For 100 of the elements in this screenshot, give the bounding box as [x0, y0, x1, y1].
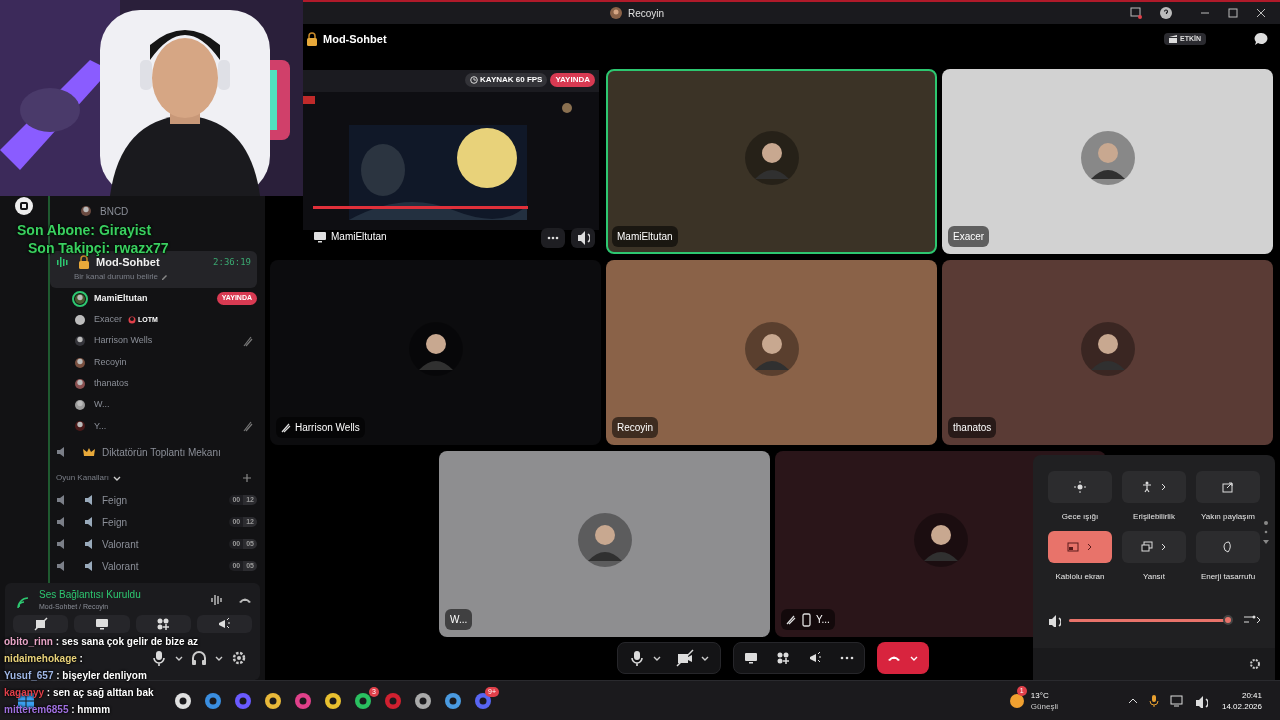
channel-name[interactable]: Feign: [102, 492, 127, 508]
video-tile[interactable]: Harrison Wells: [270, 260, 601, 445]
toggle-button[interactable]: [1048, 531, 1112, 563]
video-tile[interactable]: Exacer: [942, 69, 1273, 254]
channel-name[interactable]: Valorant: [102, 536, 139, 552]
quality-badge: KAYNAK 60 FPS: [465, 73, 548, 87]
toggle-button[interactable]: [1196, 471, 1260, 503]
screen-share-button[interactable]: [74, 614, 130, 633]
crown-icon: [82, 446, 96, 459]
mic-icon[interactable]: [1147, 693, 1160, 708]
clapper-icon: [1169, 35, 1177, 43]
volume-icon[interactable]: [1047, 613, 1061, 627]
channel-name[interactable]: Feign: [102, 514, 127, 530]
activities-button[interactable]: [135, 614, 191, 633]
soundboard-icon[interactable]: [807, 651, 822, 665]
slider-thumb[interactable]: [1222, 615, 1233, 625]
chevron-icon: [1161, 483, 1167, 491]
channel-name[interactable]: Diktatörün Toplantı Mekanı: [102, 444, 221, 460]
avatar: [744, 321, 799, 376]
toggle-button[interactable]: [1196, 531, 1260, 563]
chat-message: kaganyy : sen aç sağ alttan bak: [4, 687, 154, 699]
toggle-label: Gece ışığı: [1061, 511, 1099, 523]
caret-icon[interactable]: [699, 654, 710, 662]
more-button[interactable]: [541, 228, 565, 248]
maximize-icon[interactable]: [1228, 8, 1238, 18]
name-label: Y...: [781, 609, 835, 630]
monitor-icon: [313, 230, 327, 243]
name-label: Harrison Wells: [276, 417, 365, 438]
screen-share-icon[interactable]: [743, 651, 758, 665]
caret-icon: [111, 474, 122, 483]
hang-up-button[interactable]: [876, 642, 929, 674]
speaker-icon: [576, 229, 590, 247]
channel-title: Mod-Sohbet: [323, 31, 387, 47]
sun-icon: [1008, 692, 1025, 709]
chat-message: obito_rinn : ses sana çok gelir de bize az: [4, 636, 198, 648]
toggle-label: Kablolu ekran: [1055, 571, 1105, 583]
screen-record-icon[interactable]: [1130, 7, 1142, 19]
weather-condition: Güneşli: [1030, 700, 1058, 712]
pencil-icon: [161, 273, 169, 280]
name-label: Recoyin: [612, 417, 659, 438]
member-name: Recoyin: [94, 355, 127, 369]
overlay-text: Son Abone: Girayist: [17, 221, 152, 240]
camera-off-button[interactable]: [13, 614, 69, 633]
member-name: Harrison Wells: [94, 334, 153, 348]
clock-date: 14.02.2026: [1221, 700, 1262, 712]
toggle-button[interactable]: [1122, 531, 1186, 563]
camera-off-icon[interactable]: [675, 649, 694, 667]
soundboard-icon: [217, 616, 232, 631]
cast-icon: [1067, 541, 1079, 553]
video-tile[interactable]: W...: [439, 451, 770, 637]
toggle-label: Yansıt: [1142, 571, 1166, 583]
avatar: [78, 203, 94, 219]
member-name: Exacer: [94, 313, 122, 327]
caret-icon[interactable]: [651, 654, 662, 662]
activities-icon: [156, 616, 171, 631]
toggle-label: Enerji tasarrufu: [1200, 571, 1256, 583]
member-name: W...: [94, 398, 110, 412]
name-label: thanatos: [948, 417, 997, 438]
audio-output-icon[interactable]: [1243, 614, 1261, 626]
channel-name: Mod-Sohbet: [96, 256, 160, 270]
volume-button[interactable]: [571, 228, 595, 248]
network-icon[interactable]: [1169, 694, 1184, 707]
toggle-label: Erişilebilirlik: [1133, 511, 1175, 523]
member-name: thanatos: [94, 377, 129, 391]
camera-off-icon: [33, 616, 48, 631]
avatar: [1080, 130, 1135, 185]
waveform-icon[interactable]: [210, 593, 224, 606]
toggle-button[interactable]: [1048, 471, 1112, 503]
avatar: [913, 513, 968, 567]
caret-icon: [908, 654, 919, 662]
live-badge: YAYINDA: [550, 73, 595, 87]
settings-icon[interactable]: [1249, 658, 1261, 670]
accessibility-icon: [1141, 481, 1153, 493]
name-label: MamiEltutan: [313, 229, 387, 244]
connection-status: Ses Bağlantısı Kuruldu: [39, 588, 141, 602]
signal-icon: [17, 596, 29, 609]
mic-icon[interactable]: [150, 648, 168, 667]
category-name[interactable]: Oyun Kanalları: [56, 472, 109, 485]
video-tile[interactable]: MamiEltutan: [606, 69, 937, 254]
share-icon: [1222, 481, 1234, 493]
more-icon[interactable]: [839, 656, 854, 660]
soundboard-button[interactable]: [196, 614, 252, 633]
headphones-icon[interactable]: [190, 648, 208, 667]
night-light-icon: [1074, 481, 1086, 493]
avatar: [1080, 321, 1135, 376]
toggle-button[interactable]: [1122, 471, 1186, 503]
channel-name[interactable]: Valorant: [102, 558, 139, 574]
video-tile[interactable]: Recoyin: [606, 260, 937, 445]
clock-icon: [470, 76, 479, 84]
screen-share-icon: [94, 616, 109, 631]
help-icon[interactable]: [1160, 7, 1172, 19]
chevron-up-icon[interactable]: [1127, 696, 1138, 705]
video-tile[interactable]: thanatos: [942, 260, 1273, 445]
activities-icon[interactable]: [775, 651, 790, 665]
close-icon[interactable]: [1256, 8, 1266, 18]
avatar: [744, 130, 799, 185]
plus-icon[interactable]: [243, 474, 251, 483]
more-icon: [547, 236, 559, 240]
server-icon[interactable]: [14, 196, 34, 216]
avatar: [72, 290, 88, 307]
